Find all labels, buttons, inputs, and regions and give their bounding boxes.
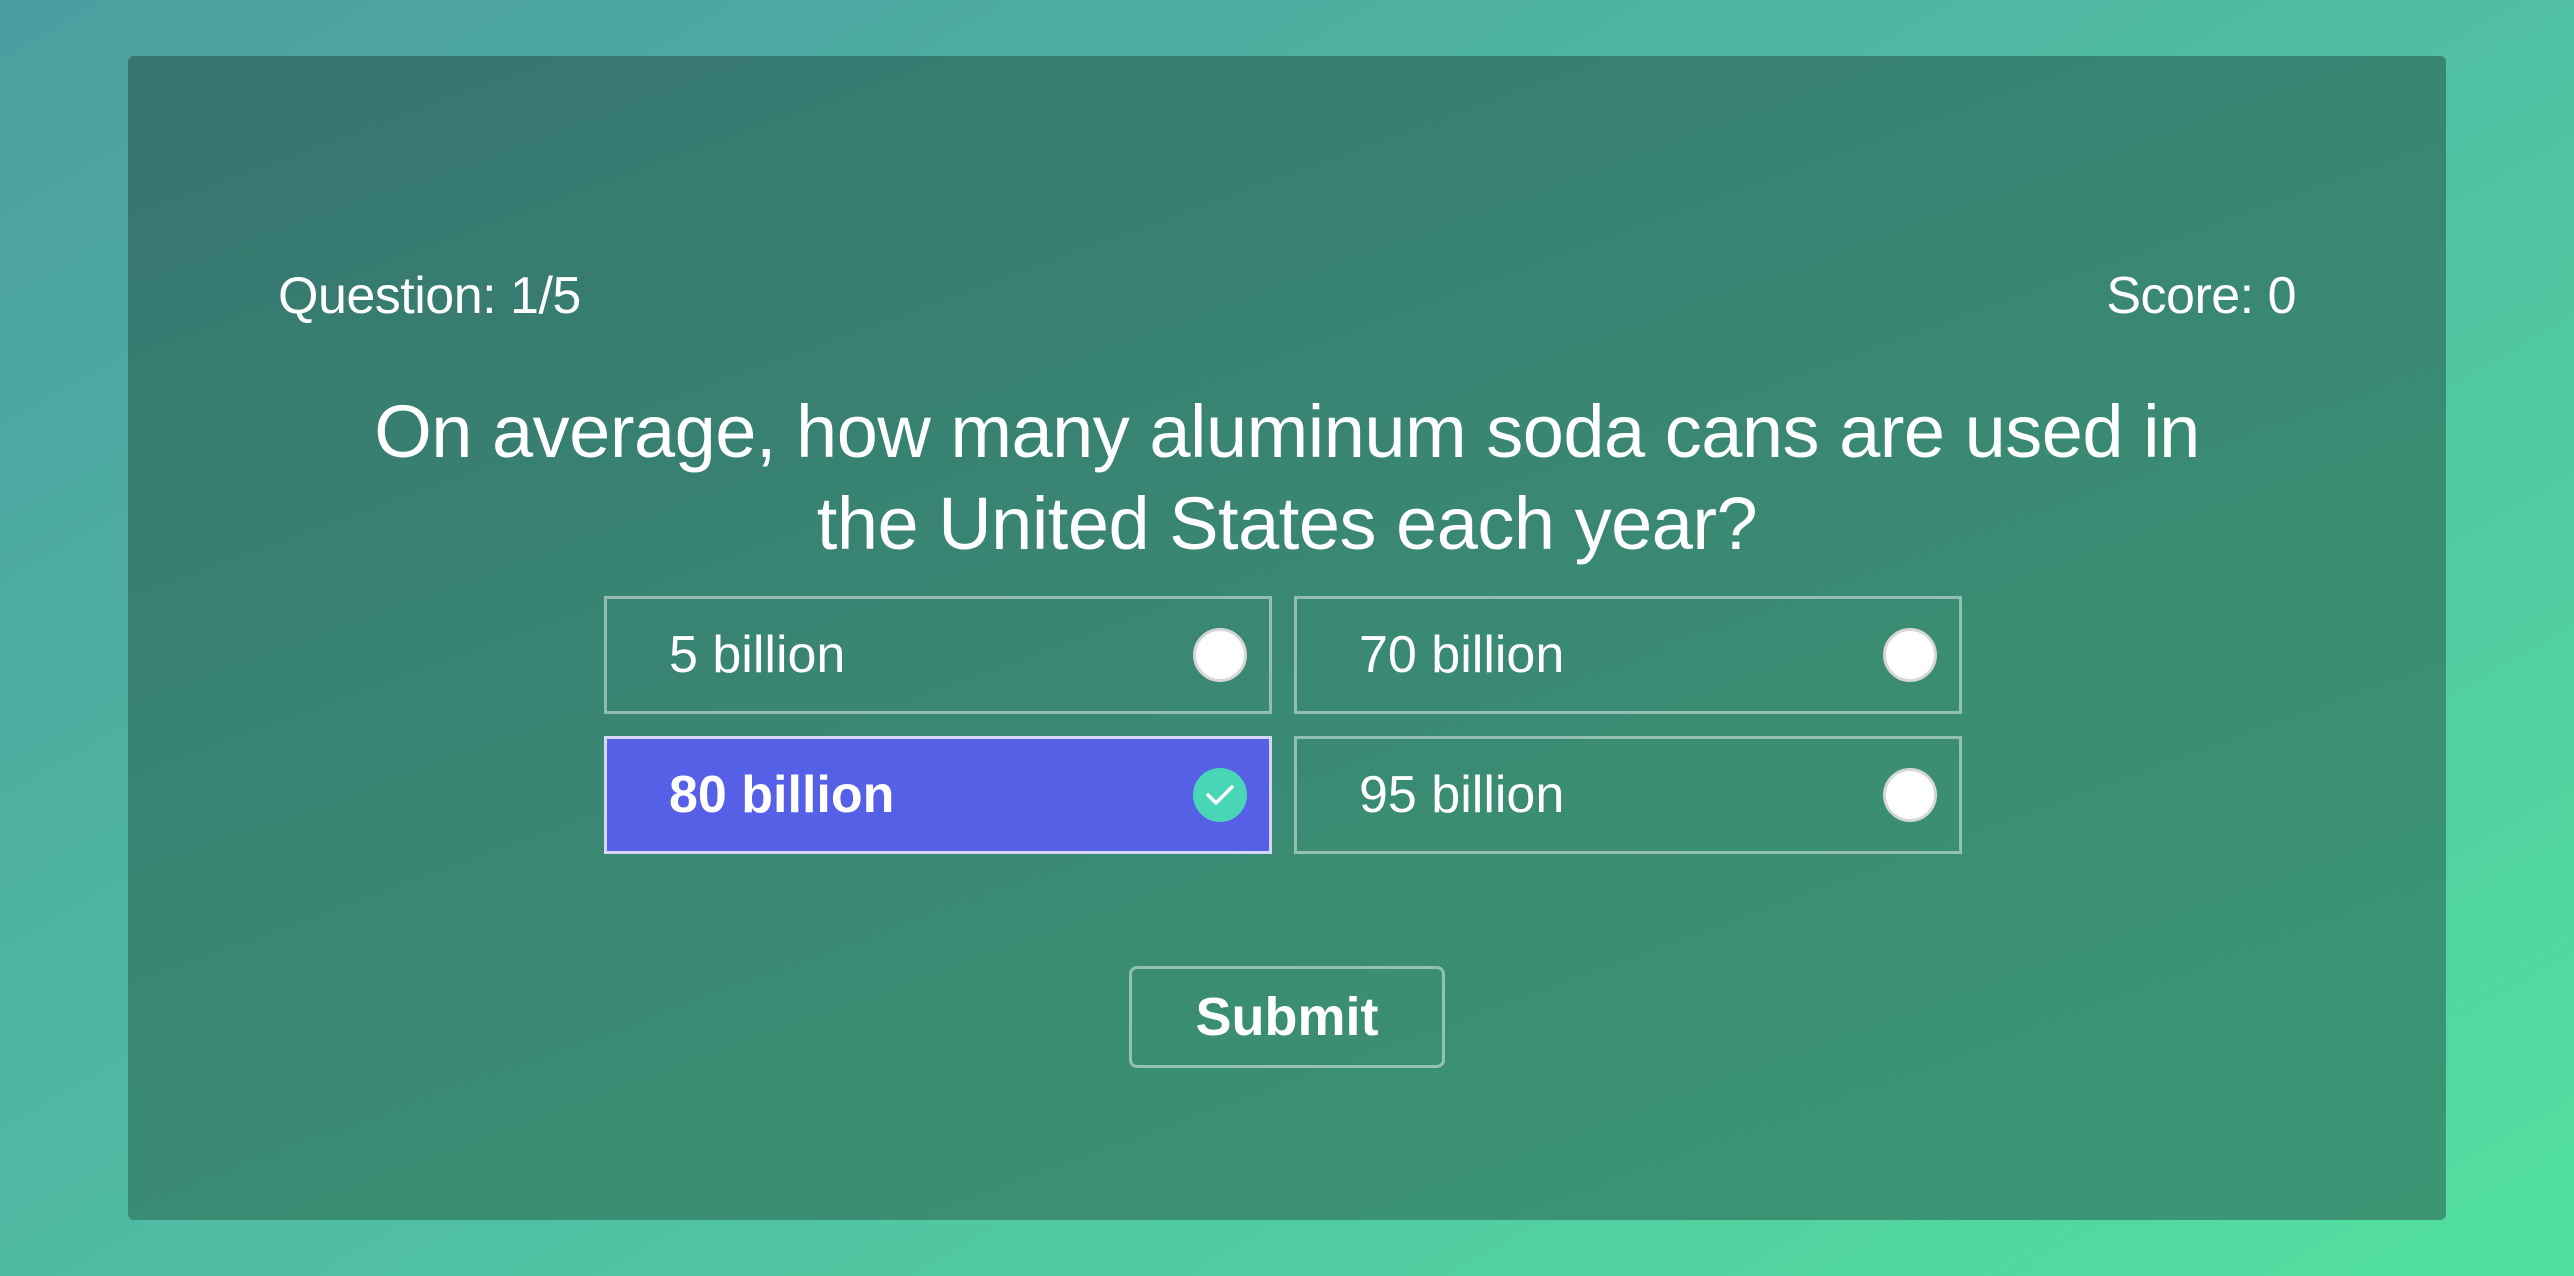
answer-options: 5 billion 70 billion 80 billion 95 billi… xyxy=(604,596,1972,854)
answer-option-70-billion[interactable]: 70 billion xyxy=(1294,596,1962,714)
answer-option-80-billion[interactable]: 80 billion xyxy=(604,736,1272,854)
question-counter: Question: 1/5 xyxy=(278,267,581,325)
quiz-card: Question: 1/5 Score: 0 On average, how m… xyxy=(128,56,2446,1220)
answer-option-95-billion[interactable]: 95 billion xyxy=(1294,736,1962,854)
radio-unchecked-icon[interactable] xyxy=(1883,628,1937,682)
answer-option-label: 5 billion xyxy=(669,626,846,684)
checkmark-circle-icon[interactable] xyxy=(1193,768,1247,822)
checkmark-icon xyxy=(1206,785,1234,805)
answer-option-label: 70 billion xyxy=(1359,626,1565,684)
radio-unchecked-icon[interactable] xyxy=(1883,768,1937,822)
radio-unchecked-icon[interactable] xyxy=(1193,628,1247,682)
answer-option-label: 95 billion xyxy=(1359,766,1565,824)
score-display: Score: 0 xyxy=(2106,267,2296,325)
answer-option-5-billion[interactable]: 5 billion xyxy=(604,596,1272,714)
answer-option-label: 80 billion xyxy=(669,766,895,824)
submit-button[interactable]: Submit xyxy=(1129,966,1445,1068)
question-text: On average, how many aluminum soda cans … xyxy=(374,390,2200,565)
